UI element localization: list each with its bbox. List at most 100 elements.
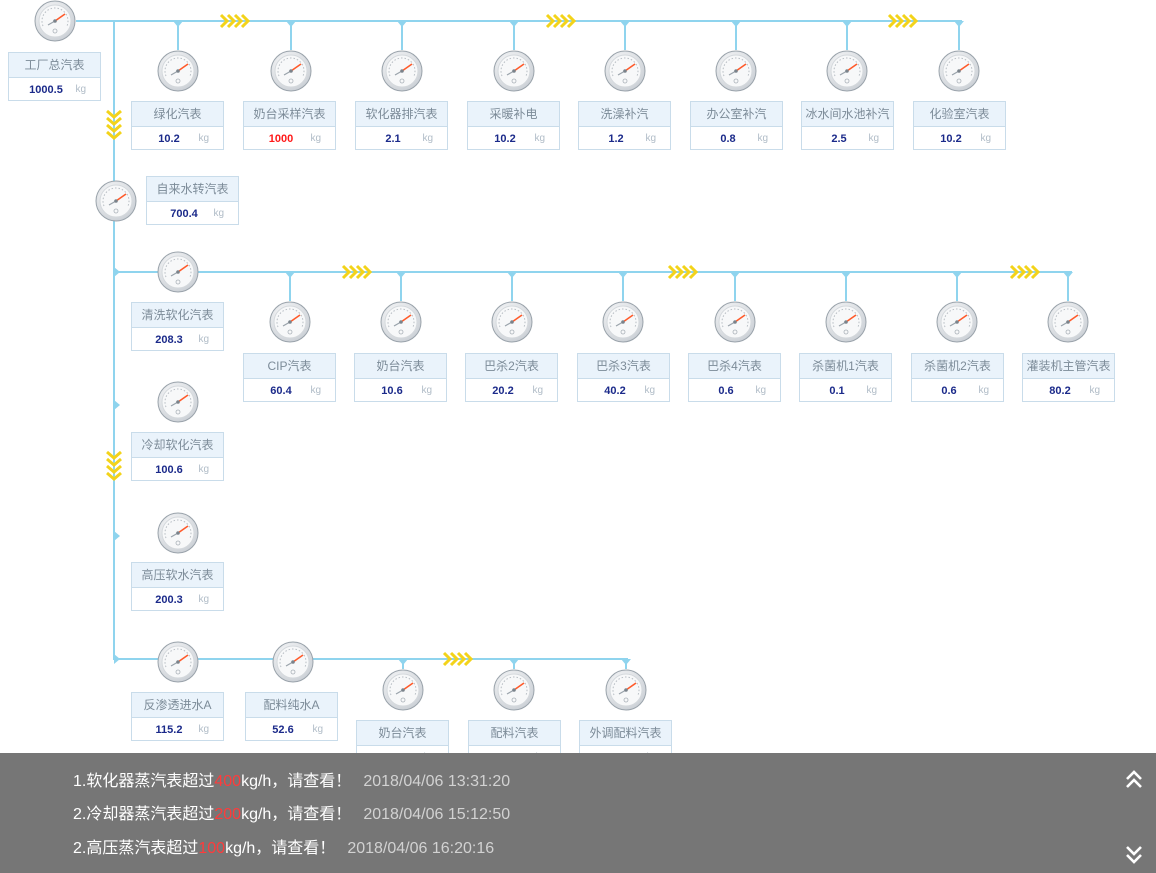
- gauge-icon[interactable]: [157, 512, 199, 554]
- gauge-icon[interactable]: [493, 669, 535, 711]
- meter-unit: kg: [755, 385, 766, 396]
- meter-card[interactable]: 清洗软化汽表 208.3 kg: [131, 302, 224, 351]
- alert-message-suffix: kg/h，请查看！: [225, 840, 336, 857]
- gauge-icon[interactable]: [938, 50, 980, 92]
- meter-title: 洗澡补汽: [579, 102, 670, 127]
- gauge-icon[interactable]: [1047, 301, 1089, 343]
- meter-card[interactable]: 巴杀2汽表 20.2 kg: [465, 353, 558, 402]
- meter-card[interactable]: 反渗透进水A 115.2 kg: [131, 692, 224, 741]
- alert-time: 2018/04/06 15:12:50: [363, 806, 511, 823]
- meter-unit: kg: [421, 385, 432, 396]
- alert-threshold: 100: [198, 840, 226, 857]
- meter-card[interactable]: 绿化汽表 10.2 kg: [131, 101, 224, 150]
- meter-card[interactable]: 巴杀3汽表 40.2 kg: [577, 353, 670, 402]
- meter-unit: kg: [198, 464, 209, 475]
- meter-title: 自来水转汽表: [147, 177, 238, 202]
- gauge-icon[interactable]: [605, 669, 647, 711]
- meter-title: 冰水间水池补汽: [802, 102, 893, 127]
- meter-title: 采暖补电: [468, 102, 559, 127]
- meter-title: 外调配料汽表: [580, 721, 671, 746]
- meter-card[interactable]: 巴杀4汽表 0.6 kg: [688, 353, 781, 402]
- gauge-icon[interactable]: [825, 301, 867, 343]
- meter-value: 1.2: [608, 133, 624, 145]
- meter-value: 10.2: [158, 133, 180, 145]
- meter-card[interactable]: 灌装机主管汽表 80.2 kg: [1022, 353, 1115, 402]
- meter-unit: kg: [422, 133, 433, 144]
- gauge-icon[interactable]: [936, 301, 978, 343]
- meter-value: 60.4: [270, 385, 292, 397]
- meter-card[interactable]: 自来水转汽表 700.4 kg: [146, 176, 239, 225]
- gauge-icon[interactable]: [157, 251, 199, 293]
- gauge-icon[interactable]: [826, 50, 868, 92]
- alert-message: 2.高压蒸汽表超过: [73, 840, 199, 857]
- double-chevron-down-icon[interactable]: [1122, 842, 1146, 866]
- meter-unit: kg: [532, 385, 543, 396]
- meter-unit: kg: [978, 385, 989, 396]
- meter-value: 0.6: [941, 385, 957, 397]
- gauge-icon[interactable]: [34, 0, 76, 42]
- meter-card[interactable]: 奶台采样汽表 1000 kg: [243, 101, 336, 150]
- meter-value: 10.2: [940, 133, 962, 145]
- gauge-icon[interactable]: [269, 301, 311, 343]
- alert-item[interactable]: 2.冷却器蒸汽表超过200kg/h，请查看！ 2018/04/06 15:12:5…: [73, 804, 510, 826]
- meter-title: 奶台汽表: [355, 354, 446, 379]
- meter-card[interactable]: 冷却软化汽表 100.6 kg: [131, 432, 224, 481]
- gauge-icon[interactable]: [157, 641, 199, 683]
- meter-unit: kg: [644, 385, 655, 396]
- gauge-icon[interactable]: [493, 50, 535, 92]
- meter-card[interactable]: 杀菌机2汽表 0.6 kg: [911, 353, 1004, 402]
- gauge-icon[interactable]: [95, 180, 137, 222]
- alert-message: 2.冷却器蒸汽表超过: [73, 806, 215, 823]
- meter-title: 巴杀3汽表: [578, 354, 669, 379]
- gauge-icon[interactable]: [382, 669, 424, 711]
- alert-item[interactable]: 2.高压蒸汽表超过100kg/h，请查看！ 2018/04/06 16:20:16: [73, 838, 494, 860]
- gauge-icon[interactable]: [491, 301, 533, 343]
- meter-title: 奶台采样汽表: [244, 102, 335, 127]
- alert-time: 2018/04/06 16:20:16: [347, 840, 495, 857]
- meter-unit: kg: [198, 334, 209, 345]
- meter-card[interactable]: CIP汽表 60.4 kg: [243, 353, 336, 402]
- meter-card[interactable]: 奶台汽表 10.6 kg: [354, 353, 447, 402]
- gauge-icon[interactable]: [714, 301, 756, 343]
- meter-card[interactable]: 化验室汽表 10.2 kg: [913, 101, 1006, 150]
- gauge-icon[interactable]: [381, 50, 423, 92]
- meter-card[interactable]: 采暖补电 10.2 kg: [467, 101, 560, 150]
- meter-unit: kg: [75, 84, 86, 95]
- gauge-icon[interactable]: [715, 50, 757, 92]
- gauge-icon[interactable]: [380, 301, 422, 343]
- meter-card[interactable]: 配料纯水A 52.6 kg: [245, 692, 338, 741]
- pipe-junction-marker: [114, 267, 120, 277]
- meter-card[interactable]: 软化器排汽表 2.1 kg: [355, 101, 448, 150]
- meter-unit: kg: [1089, 385, 1100, 396]
- meter-value: 20.2: [492, 385, 514, 397]
- meter-unit: kg: [645, 133, 656, 144]
- gauge-icon[interactable]: [157, 381, 199, 423]
- meter-card[interactable]: 洗澡补汽 1.2 kg: [578, 101, 671, 150]
- meter-title: 软化器排汽表: [356, 102, 447, 127]
- meter-value: 2.1: [385, 133, 401, 145]
- meter-title: 杀菌机1汽表: [800, 354, 891, 379]
- meter-card[interactable]: 冰水间水池补汽 2.5 kg: [801, 101, 894, 150]
- alert-message: 1.软化器蒸汽表超过: [73, 773, 215, 790]
- meter-title: 配料纯水A: [246, 693, 337, 718]
- alert-item[interactable]: 1.软化器蒸汽表超过400kg/h，请查看！ 2018/04/06 13:31:2…: [73, 771, 510, 793]
- meter-card[interactable]: 工厂总汽表 1000.5 kg: [8, 52, 101, 101]
- gauge-icon[interactable]: [272, 641, 314, 683]
- meter-card[interactable]: 办公室补汽 0.8 kg: [690, 101, 783, 150]
- alert-message-suffix: kg/h，请查看！: [241, 806, 352, 823]
- gauge-icon[interactable]: [602, 301, 644, 343]
- meter-card[interactable]: 杀菌机1汽表 0.1 kg: [799, 353, 892, 402]
- meter-title: 灌装机主管汽表: [1023, 354, 1114, 379]
- gauge-icon[interactable]: [157, 50, 199, 92]
- meter-title: 巴杀2汽表: [466, 354, 557, 379]
- gauge-icon[interactable]: [270, 50, 312, 92]
- meter-unit: kg: [213, 208, 224, 219]
- meter-unit: kg: [534, 133, 545, 144]
- double-chevron-up-icon[interactable]: [1122, 768, 1146, 792]
- gauge-icon[interactable]: [604, 50, 646, 92]
- meter-unit: kg: [980, 133, 991, 144]
- meter-unit: kg: [757, 133, 768, 144]
- meter-card[interactable]: 高压软水汽表 200.3 kg: [131, 562, 224, 611]
- meter-title: 清洗软化汽表: [132, 303, 223, 328]
- meter-unit: kg: [312, 724, 323, 735]
